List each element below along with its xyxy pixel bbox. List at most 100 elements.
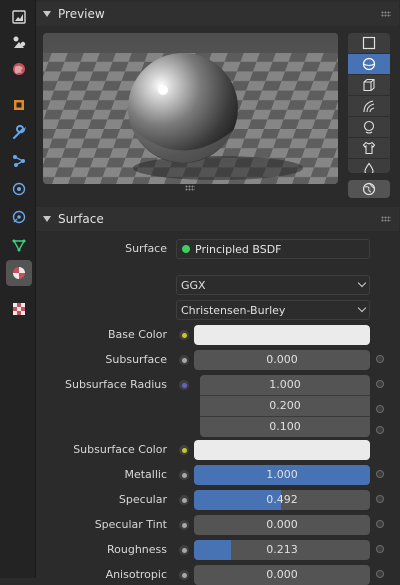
mesh-data-icon [12, 239, 26, 252]
sphere-icon [362, 57, 376, 71]
value-socket-icon[interactable] [179, 545, 189, 555]
keyframe-dot-icon[interactable] [376, 495, 384, 503]
value-socket-icon[interactable] [179, 520, 189, 530]
object-icon [14, 100, 24, 110]
keyframe-dot-icon[interactable] [376, 380, 384, 388]
subsurface-radius-y[interactable]: 0.200 [200, 396, 370, 416]
keyframe-dot-icon[interactable] [376, 520, 384, 528]
metallic-label: Metallic [124, 468, 167, 481]
roughness-row: Roughness 0.213 [35, 540, 400, 560]
material-preview-render [43, 33, 338, 184]
plane-icon [362, 36, 376, 50]
texture-icon [13, 303, 25, 315]
cube-shape-button[interactable] [348, 75, 390, 96]
object-tab[interactable] [8, 94, 30, 116]
anisotropic-value: 0.000 [266, 568, 298, 581]
base-color-row: Base Color [35, 325, 400, 345]
collapse-triangle-icon [43, 11, 51, 17]
scene-icon [13, 63, 25, 75]
specular-label: Specular [118, 493, 167, 506]
keyframe-dot-icon[interactable] [376, 545, 384, 553]
material-icon [13, 267, 25, 279]
sphere-shape-button[interactable] [348, 54, 390, 75]
subsurface-value: 0.000 [266, 353, 298, 366]
preview-world-button[interactable] [348, 180, 390, 198]
cube-icon [363, 78, 375, 92]
fluid-shape-button[interactable] [348, 159, 390, 173]
value-socket-icon[interactable] [179, 470, 189, 480]
preview-resize-grip-icon[interactable] [185, 185, 195, 191]
value-socket-icon[interactable] [179, 570, 189, 580]
keyframe-dot-icon[interactable] [376, 405, 384, 413]
wrench-icon [13, 125, 26, 139]
render-icon [13, 36, 26, 48]
specular-tint-field[interactable]: 0.000 [194, 515, 370, 535]
surface-label: Surface [125, 242, 167, 255]
drag-grip-icon[interactable] [381, 11, 391, 17]
particles-tab[interactable] [8, 150, 30, 172]
base-color-label: Base Color [107, 328, 167, 341]
physics-tab[interactable] [8, 178, 30, 200]
distribution-row: GGX [35, 275, 400, 295]
data-tab[interactable] [8, 234, 30, 256]
keyframe-dot-icon[interactable] [376, 470, 384, 478]
roughness-value: 0.213 [266, 543, 298, 556]
subsurface-radius-z[interactable]: 0.100 [200, 417, 370, 437]
keyframe-dot-icon[interactable] [376, 426, 384, 434]
monkey-shape-button[interactable] [348, 117, 390, 138]
distribution-dropdown[interactable]: GGX [176, 275, 370, 295]
constraints-tab[interactable] [8, 206, 30, 228]
plane-shape-button[interactable] [348, 33, 390, 54]
cloth-shape-button[interactable] [348, 138, 390, 159]
render-tab[interactable] [8, 31, 30, 53]
vector-socket-icon[interactable] [179, 380, 189, 390]
specular-tint-label: Specular Tint [94, 518, 167, 531]
anisotropic-field[interactable]: 0.000 [194, 565, 370, 585]
chevron-down-icon [357, 278, 367, 288]
collapse-triangle-icon [43, 216, 51, 222]
color-socket-icon[interactable] [179, 330, 189, 340]
shader-socket-icon [182, 245, 190, 253]
distribution-value: GGX [181, 279, 206, 292]
surface-panel-header[interactable]: Surface [36, 207, 399, 231]
cloth-icon [362, 141, 376, 155]
keyframe-dot-icon[interactable] [376, 570, 384, 578]
fluid-icon [364, 162, 374, 173]
value-socket-icon[interactable] [179, 355, 189, 365]
surface-shader-row: Surface Principled BSDF [35, 239, 400, 259]
subsurface-color-swatch[interactable] [194, 440, 370, 460]
tool-tab[interactable] [8, 6, 30, 28]
subsurface-method-value: Christensen-Burley [181, 304, 286, 317]
specular-value: 0.492 [266, 493, 298, 506]
monkey-icon [363, 120, 375, 134]
specular-tint-row: Specular Tint 0.000 [35, 515, 400, 535]
surface-panel-title: Surface [58, 212, 104, 226]
specular-slider[interactable]: 0.492 [194, 490, 370, 510]
metallic-slider[interactable]: 1.000 [194, 465, 370, 485]
subsurface-label: Subsurface [105, 353, 167, 366]
value-socket-icon[interactable] [179, 495, 189, 505]
scene-tab[interactable] [8, 58, 30, 80]
world-icon [362, 182, 376, 196]
subsurface-method-row: Christensen-Burley [35, 300, 400, 320]
specular-row: Specular 0.492 [35, 490, 400, 510]
subsurface-color-label: Subsurface Color [73, 443, 167, 456]
surface-shader-selector[interactable]: Principled BSDF [176, 239, 370, 259]
preview-panel-header[interactable]: Preview [36, 2, 399, 26]
keyframe-dot-icon[interactable] [376, 355, 384, 363]
subsurface-row: Subsurface 0.000 [35, 350, 400, 370]
roughness-slider-fill [194, 540, 232, 560]
preview-panel-title: Preview [58, 7, 105, 21]
subsurface-field[interactable]: 0.000 [194, 350, 370, 370]
subsurface-method-dropdown[interactable]: Christensen-Burley [176, 300, 370, 320]
base-color-swatch[interactable] [194, 325, 370, 345]
drag-grip-icon[interactable] [381, 216, 391, 222]
physics-icon [12, 182, 26, 196]
subsurface-radius-x[interactable]: 1.000 [200, 375, 370, 395]
texture-tab[interactable] [8, 298, 30, 320]
modifier-tab[interactable] [8, 122, 30, 144]
material-tab[interactable] [6, 260, 32, 286]
color-socket-icon[interactable] [179, 445, 189, 455]
roughness-slider[interactable]: 0.213 [194, 540, 370, 560]
hair-shape-button[interactable] [348, 96, 390, 117]
